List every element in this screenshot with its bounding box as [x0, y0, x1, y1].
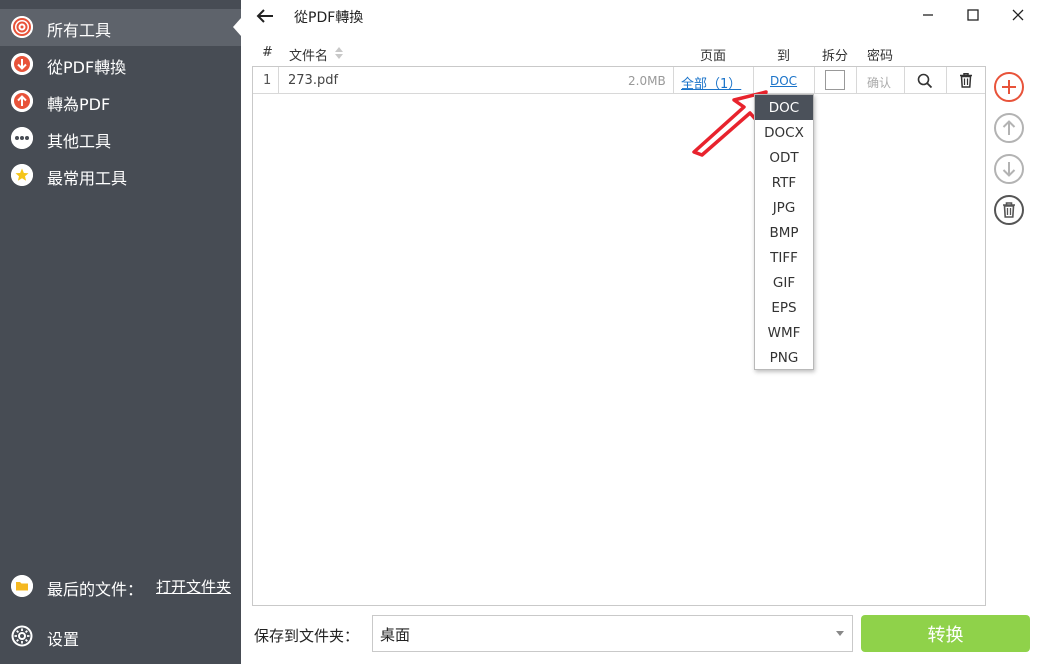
open-folder-link[interactable]: 打开文件夹 [156, 576, 231, 597]
format-option-bmp[interactable]: BMP [755, 220, 813, 245]
cell-divider [278, 67, 279, 94]
column-header-split: 拆分 [822, 49, 849, 64]
add-file-button[interactable] [993, 71, 1025, 103]
convert-button[interactable]: 转换 [861, 615, 1030, 652]
cell-divider [814, 67, 815, 94]
format-option-doc[interactable]: DOC [755, 95, 813, 120]
cell-divider [904, 67, 905, 94]
maximize-button[interactable] [959, 4, 987, 26]
file-list [252, 66, 986, 606]
format-option-wmf[interactable]: WMF [755, 320, 813, 345]
chevron-down-icon [836, 631, 844, 636]
search-icon[interactable] [916, 72, 934, 90]
sidebar-item-label: 轉為PDF [47, 95, 111, 114]
gear-icon [11, 625, 33, 647]
arrow-up-icon [11, 90, 33, 112]
save-folder-label: 保存到文件夹： [254, 627, 360, 645]
folder-icon [11, 575, 33, 597]
sidebar-item-other-tools[interactable]: 其他工具 [0, 120, 241, 157]
title-bar: 從PDF轉換 [241, 0, 1042, 34]
star-icon [11, 164, 33, 186]
column-header-pages: 页面 [700, 49, 727, 64]
column-header-password: 密码 [867, 49, 894, 64]
delete-all-button[interactable] [993, 194, 1025, 226]
table-row[interactable]: 1 273.pdf 2.0MB 全部（1） DOC 确认 [253, 67, 985, 94]
recent-files-label: 最后的文件： [47, 580, 144, 599]
format-select[interactable]: DOC [770, 74, 797, 88]
format-option-eps[interactable]: EPS [755, 295, 813, 320]
trash-icon[interactable] [957, 71, 975, 89]
sidebar-item-from-pdf[interactable]: 從PDF轉換 [0, 46, 241, 83]
sort-icon[interactable] [334, 46, 344, 64]
format-dropdown: DOC DOCX ODT RTF JPG BMP TIFF GIF EPS WM… [754, 94, 814, 370]
format-option-docx[interactable]: DOCX [755, 120, 813, 145]
sidebar-item-label: 其他工具 [47, 132, 112, 151]
target-icon [11, 16, 33, 38]
split-checkbox[interactable] [825, 70, 845, 90]
close-button[interactable] [1004, 4, 1032, 26]
column-header-to: 到 [777, 49, 791, 64]
format-option-rtf[interactable]: RTF [755, 170, 813, 195]
active-indicator [233, 18, 241, 36]
save-folder-select[interactable]: 桌面 [372, 615, 853, 652]
arrow-down-icon [11, 53, 33, 75]
cell-divider [946, 67, 947, 94]
sidebar-item-to-pdf[interactable]: 轉為PDF [0, 83, 241, 120]
column-header-index: # [262, 45, 273, 60]
window-title: 從PDF轉換 [294, 10, 364, 26]
file-name: 273.pdf [288, 73, 339, 88]
format-option-tiff[interactable]: TIFF [755, 245, 813, 270]
settings-label: 设置 [47, 630, 80, 649]
sidebar: 所有工具 從PDF轉換 轉為PDF 其他工具 最常用工具 最后的文件： 打开文件… [0, 0, 241, 664]
settings-button[interactable]: 设置 [0, 618, 241, 655]
minimize-button[interactable] [914, 4, 942, 26]
move-down-button[interactable] [993, 153, 1025, 185]
format-option-gif[interactable]: GIF [755, 270, 813, 295]
sidebar-item-label: 最常用工具 [47, 169, 128, 188]
row-index: 1 [263, 73, 272, 88]
column-header-filename[interactable]: 文件名 [289, 45, 328, 64]
sidebar-item-all-tools[interactable]: 所有工具 [0, 9, 241, 46]
file-size: 2.0MB [628, 74, 666, 88]
back-arrow-icon[interactable] [253, 5, 277, 27]
format-option-jpg[interactable]: JPG [755, 195, 813, 220]
sidebar-item-favorites[interactable]: 最常用工具 [0, 157, 241, 194]
save-folder-value: 桌面 [380, 626, 411, 644]
cell-divider [856, 67, 857, 94]
password-confirm[interactable]: 确认 [867, 74, 891, 91]
format-option-png[interactable]: PNG [755, 345, 813, 370]
more-dots-icon [11, 127, 33, 149]
cell-divider [673, 67, 674, 94]
sidebar-item-label: 所有工具 [47, 21, 112, 40]
sidebar-item-label: 從PDF轉換 [47, 58, 127, 77]
move-up-button[interactable] [993, 112, 1025, 144]
format-option-odt[interactable]: ODT [755, 145, 813, 170]
recent-files: 最后的文件： 打开文件夹 [0, 568, 241, 605]
